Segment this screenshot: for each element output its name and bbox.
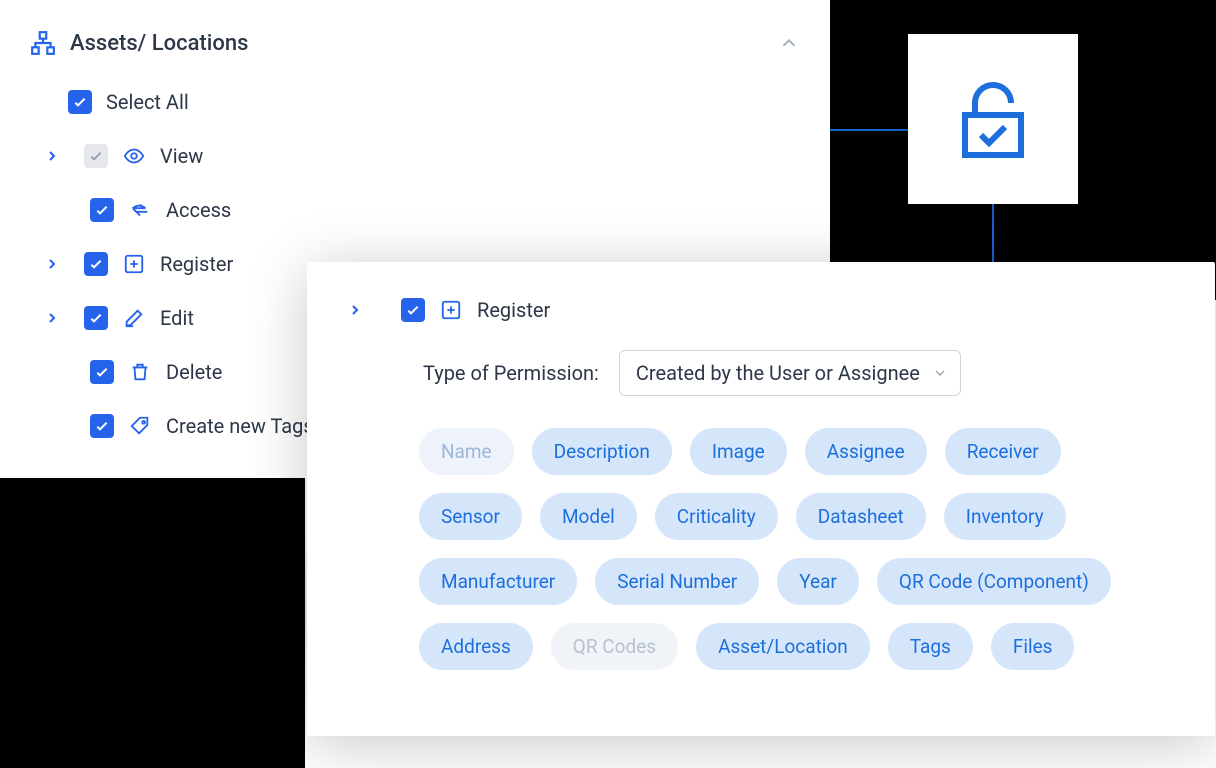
- chevron-right-icon[interactable]: [347, 302, 363, 318]
- detail-checkbox-register[interactable]: [401, 298, 425, 322]
- perm-checkbox-create-tags[interactable]: [90, 414, 114, 438]
- pencil-icon: [122, 306, 146, 330]
- decorative-black-bg-left: [0, 445, 305, 768]
- select-all-label: Select All: [106, 90, 189, 114]
- chevron-up-icon[interactable]: [778, 32, 800, 54]
- perm-checkbox-access[interactable]: [90, 198, 114, 222]
- perm-row-view: View: [34, 144, 800, 168]
- chevron-right-icon[interactable]: [44, 148, 60, 164]
- field-chip[interactable]: Image: [690, 428, 787, 475]
- detail-title: Register: [477, 298, 550, 322]
- chevron-right-icon[interactable]: [44, 256, 60, 272]
- trash-icon: [128, 360, 152, 384]
- perm-label-create-tags: Create new Tags: [166, 414, 314, 438]
- connector-line: [826, 129, 908, 131]
- field-chip: QR Codes: [551, 623, 678, 670]
- register-detail-panel: Register Type of Permission: Created by …: [307, 262, 1215, 736]
- field-chip[interactable]: Manufacturer: [419, 558, 577, 605]
- field-chips: Name Description Image Assignee Receiver Sens…: [419, 428, 1175, 670]
- perm-checkbox-delete[interactable]: [90, 360, 114, 384]
- field-chip[interactable]: Asset/Location: [696, 623, 870, 670]
- chevron-down-icon: [932, 365, 948, 381]
- perm-label-register: Register: [160, 252, 233, 276]
- perm-checkbox-edit[interactable]: [84, 306, 108, 330]
- field-chip[interactable]: Assignee: [805, 428, 927, 475]
- field-chip[interactable]: Sensor: [419, 493, 522, 540]
- field-chip[interactable]: Criticality: [655, 493, 778, 540]
- perm-label-view: View: [160, 144, 203, 168]
- select-value: Created by the User or Assignee: [636, 361, 920, 385]
- perm-label-delete: Delete: [166, 360, 222, 384]
- type-of-permission-select[interactable]: Created by the User or Assignee: [619, 350, 961, 396]
- field-chip[interactable]: Address: [419, 623, 533, 670]
- field-chip: Name: [419, 428, 514, 475]
- perm-checkbox-view[interactable]: [84, 144, 108, 168]
- detail-header: Register: [347, 298, 1175, 322]
- lock-card: [908, 34, 1078, 204]
- detail-type-row: Type of Permission: Created by the User …: [423, 350, 1175, 396]
- field-chip[interactable]: Model: [540, 493, 637, 540]
- select-all-checkbox[interactable]: [68, 90, 92, 114]
- field-chip[interactable]: Description: [532, 428, 672, 475]
- plus-square-icon: [122, 252, 146, 276]
- eye-icon: [122, 144, 146, 168]
- perm-label-edit: Edit: [160, 306, 194, 330]
- section-title: Assets/ Locations: [70, 31, 248, 56]
- field-chip[interactable]: Serial Number: [595, 558, 759, 605]
- chevron-right-icon[interactable]: [44, 310, 60, 326]
- perm-label-access: Access: [166, 198, 231, 222]
- type-of-permission-label: Type of Permission:: [423, 361, 599, 385]
- tag-icon: [128, 414, 152, 438]
- plus-square-icon: [439, 298, 463, 322]
- sitemap-icon: [30, 30, 56, 56]
- field-chip[interactable]: Datasheet: [796, 493, 926, 540]
- field-chip[interactable]: Year: [777, 558, 859, 605]
- field-chip[interactable]: Receiver: [945, 428, 1061, 475]
- perm-checkbox-register[interactable]: [84, 252, 108, 276]
- field-chip[interactable]: Inventory: [944, 493, 1066, 540]
- section-header[interactable]: Assets/ Locations: [30, 30, 800, 56]
- field-chip[interactable]: Files: [991, 623, 1075, 670]
- field-chip[interactable]: Tags: [888, 623, 973, 670]
- field-chip[interactable]: QR Code (Component): [877, 558, 1111, 605]
- lock-check-icon: [945, 71, 1041, 167]
- select-all-row: Select All: [34, 90, 800, 114]
- reply-icon: [128, 198, 152, 222]
- perm-row-access: Access: [34, 198, 800, 222]
